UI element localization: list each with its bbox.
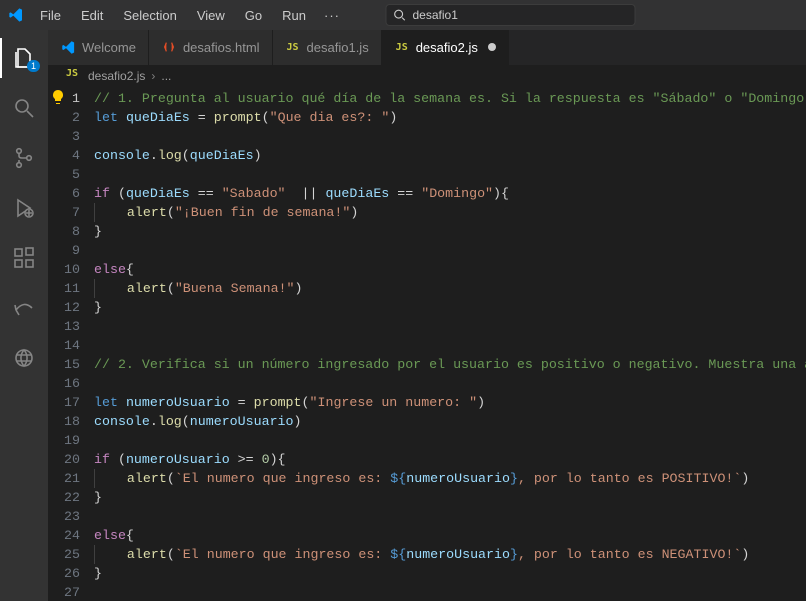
activity-bar: 1 [0,30,48,601]
code-line[interactable]: else{ [94,260,806,279]
line-number: 2 [48,108,80,127]
menu-go[interactable]: Go [237,4,270,27]
line-number: 19 [48,431,80,450]
line-number: 27 [48,583,80,601]
tab-welcome[interactable]: Welcome [48,30,149,65]
line-number: 6 [48,184,80,203]
tab-label: desafio1.js [307,40,369,55]
search-value: desafio1 [413,8,458,22]
code-line[interactable]: } [94,298,806,317]
line-number: 5 [48,165,80,184]
menu-edit[interactable]: Edit [73,4,111,27]
line-number: 26 [48,564,80,583]
menu-run[interactable]: Run [274,4,314,27]
js-file-icon: JS [394,39,410,55]
editor-tabs: Welcome desafios.html JS desafio1.js JS desaf… [48,30,806,65]
line-number: 11 [48,279,80,298]
code-line[interactable]: // 1. Pregunta al usuario qué día de la … [94,89,806,108]
code-line[interactable]: } [94,222,806,241]
line-number: 4 [48,146,80,165]
tab-label: Welcome [82,40,136,55]
tab-desafio2-js[interactable]: JS desafio2.js [382,30,509,65]
line-number: 13 [48,317,80,336]
code-line[interactable]: alert(`El numero que ingreso es: ${numer… [94,545,806,564]
menu-file[interactable]: File [32,4,69,27]
code-line[interactable]: alert("¡Buen fin de semana!") [94,203,806,222]
code-line[interactable] [94,317,806,336]
search-icon [393,8,407,22]
breadcrumb-file: desafio2.js [88,69,145,83]
line-number: 14 [48,336,80,355]
line-number: 20 [48,450,80,469]
code-line[interactable]: // 2. Verifica si un número ingresado po… [94,355,806,374]
code-content[interactable]: // 1. Pregunta al usuario qué día de la … [94,87,806,601]
js-file-icon: JS [66,68,82,84]
line-number: 18 [48,412,80,431]
code-editor[interactable]: 1234567891011121314151617181920212223242… [48,87,806,601]
line-number: 25 [48,545,80,564]
code-line[interactable] [94,165,806,184]
chevron-right-icon: › [151,69,155,83]
breadcrumb[interactable]: JS desafio2.js › ... [48,65,806,87]
dirty-indicator-icon [488,43,496,51]
code-line[interactable] [94,583,806,601]
code-line[interactable] [94,336,806,355]
explorer-badge: 1 [27,60,40,72]
line-number: 24 [48,526,80,545]
tab-label: desafio2.js [416,40,478,55]
menu-view[interactable]: View [189,4,233,27]
code-line[interactable]: } [94,488,806,507]
activity-source-control[interactable] [0,138,48,178]
vscode-logo-icon [8,7,24,23]
code-line[interactable]: if (queDiaEs == "Sabado" || queDiaEs == … [94,184,806,203]
line-number: 22 [48,488,80,507]
line-number: 3 [48,127,80,146]
code-line[interactable]: alert("Buena Semana!") [94,279,806,298]
activity-extensions[interactable] [0,238,48,278]
line-number: 7 [48,203,80,222]
code-line[interactable]: } [94,564,806,583]
title-bar: FileEditSelectionViewGoRun ··· desafio1 [0,0,806,30]
code-line[interactable] [94,241,806,260]
line-number: 12 [48,298,80,317]
menu-selection[interactable]: Selection [115,4,184,27]
code-line[interactable]: console.log(numeroUsuario) [94,412,806,431]
tab-desafios-html[interactable]: desafios.html [149,30,273,65]
line-number: 23 [48,507,80,526]
js-file-icon: JS [285,39,301,55]
tab-label: desafios.html [183,40,260,55]
line-number: 21 [48,469,80,488]
command-center-search[interactable]: desafio1 [386,4,636,26]
breadcrumb-trail: ... [161,69,171,83]
code-line[interactable] [94,507,806,526]
tab-desafio1-js[interactable]: JS desafio1.js [273,30,382,65]
code-line[interactable] [94,127,806,146]
line-number: 8 [48,222,80,241]
activity-explorer[interactable]: 1 [0,38,48,78]
line-number: 10 [48,260,80,279]
menu-overflow[interactable]: ··· [318,4,346,27]
code-line[interactable]: console.log(queDiaEs) [94,146,806,165]
activity-live-share[interactable] [0,288,48,328]
code-line[interactable]: let numeroUsuario = prompt("Ingrese un n… [94,393,806,412]
line-number: 9 [48,241,80,260]
code-line[interactable]: else{ [94,526,806,545]
line-number-gutter: 1234567891011121314151617181920212223242… [48,87,94,601]
line-number: 15 [48,355,80,374]
line-number: 16 [48,374,80,393]
code-line[interactable]: let queDiaEs = prompt("Que dia es?: ") [94,108,806,127]
code-line[interactable] [94,374,806,393]
code-line[interactable]: if (numeroUsuario >= 0){ [94,450,806,469]
code-line[interactable]: alert(`El numero que ingreso es: ${numer… [94,469,806,488]
activity-live-preview[interactable] [0,338,48,378]
line-number: 17 [48,393,80,412]
activity-search[interactable] [0,88,48,128]
activity-run-debug[interactable] [0,188,48,228]
html-file-icon [161,39,177,55]
code-line[interactable] [94,431,806,450]
lightbulb-icon[interactable] [50,89,66,105]
vscode-icon [60,39,76,55]
